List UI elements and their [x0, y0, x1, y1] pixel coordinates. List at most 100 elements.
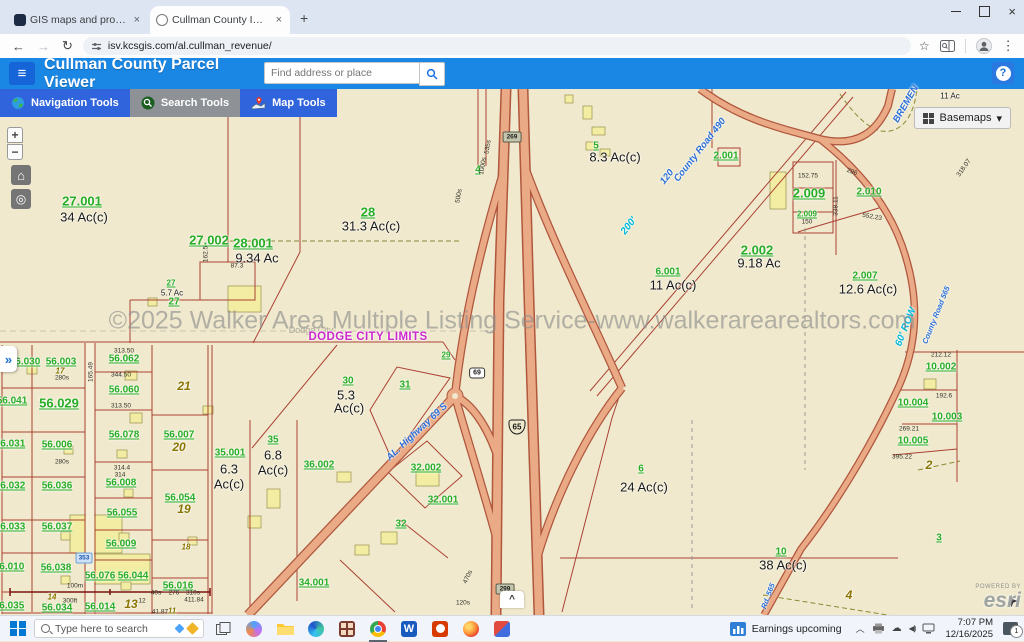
taskbar-search-placeholder: Type here to search: [55, 623, 171, 635]
search-submit-button[interactable]: [419, 62, 445, 86]
find-address-input[interactable]: [264, 62, 419, 84]
attribution-collapse-button[interactable]: ^: [500, 591, 524, 608]
map-pin-icon: [251, 96, 266, 110]
file-explorer-button[interactable]: [273, 618, 297, 640]
misc-app-button[interactable]: [490, 618, 514, 640]
map-canvas[interactable]: [0, 89, 1024, 615]
volume-icon[interactable]: ◀): [909, 624, 916, 633]
notification-center-button[interactable]: 1: [1003, 622, 1018, 635]
page-title: Cullman County Parcel Viewer: [44, 56, 256, 92]
copilot-button[interactable]: [242, 618, 266, 640]
onedrive-icon[interactable]: ☁: [892, 623, 902, 634]
task-view-button[interactable]: [211, 618, 235, 640]
word-icon: W: [401, 621, 417, 637]
start-button[interactable]: [10, 621, 26, 637]
copilot-icon: [246, 621, 262, 637]
browser-tab[interactable]: Cullman County ISV3×: [150, 6, 290, 34]
stock-status-widget[interactable]: Earnings upcoming: [730, 622, 842, 636]
hamburger-menu-button[interactable]: ≡: [9, 62, 35, 85]
home-icon: ⌂: [17, 168, 25, 183]
search-icon: [426, 68, 438, 80]
home-extent-button[interactable]: ⌂: [11, 165, 31, 185]
address-bar[interactable]: isv.kcsgis.com/al.cullman_revenue/: [83, 37, 911, 55]
spark-icon: [186, 622, 199, 635]
question-icon: ?: [996, 66, 1011, 81]
chrome-icon: [370, 621, 386, 637]
toolbar-right: ☆ ⋮: [919, 38, 1015, 54]
printer-icon[interactable]: [872, 623, 885, 634]
chevron-right-icon: »: [5, 352, 12, 367]
firefox-button[interactable]: [459, 618, 483, 640]
tab-favicon: [156, 14, 168, 26]
system-tray: ︿ ☁ ◀): [856, 622, 936, 635]
clock[interactable]: 7:07 PM 12/16/2025: [945, 617, 993, 640]
back-button[interactable]: ←: [12, 39, 25, 54]
address-search: [264, 62, 445, 86]
lot-dashed-lines: [692, 228, 805, 610]
reload-button[interactable]: ↻: [62, 38, 73, 54]
window-controls: ×: [951, 4, 1016, 19]
map-toolbar: Navigation ToolsSearch Tools Map Tools: [0, 89, 337, 117]
parcel-boundaries: [0, 89, 1024, 614]
media-player-icon: [432, 621, 448, 637]
tool-button-search-tools[interactable]: Search Tools: [130, 89, 240, 117]
app-icon: [494, 621, 510, 637]
date-label: 12/16/2025: [945, 629, 993, 640]
my-location-button[interactable]: ◎: [11, 189, 31, 209]
task-view-icon: [216, 622, 231, 635]
browser-toolbar: ← → ↻ isv.kcsgis.com/al.cullman_revenue/…: [0, 34, 1024, 58]
basemaps-button[interactable]: Basemaps ▾: [914, 107, 1011, 129]
edge-icon: [308, 621, 324, 637]
tool-button-label: Map Tools: [272, 97, 326, 109]
zoom-out-button[interactable]: −: [7, 144, 23, 160]
tool-button-navigation-tools[interactable]: Navigation Tools: [0, 89, 130, 117]
taskbar-search[interactable]: Type here to search: [34, 619, 204, 638]
panel-expand-button[interactable]: »: [0, 346, 17, 372]
app-header: ≡ Cullman County Parcel Viewer ?: [0, 58, 1024, 89]
browser-tab[interactable]: GIS maps and property searche ×: [8, 6, 148, 34]
bookmark-star-icon[interactable]: ☆: [919, 39, 930, 53]
tab-close-icon[interactable]: ×: [274, 14, 284, 26]
media-app-button[interactable]: [428, 618, 452, 640]
tool-button-map-tools[interactable]: Map Tools: [240, 89, 337, 117]
minus-icon: −: [11, 145, 18, 159]
local-road: [86, 343, 94, 615]
file-explorer-icon: [277, 622, 294, 636]
browser-menu-icon[interactable]: ⋮: [1002, 38, 1015, 54]
esri-attribution: POWERED BY esri: [975, 584, 1021, 611]
zoom-in-button[interactable]: +: [7, 127, 23, 143]
side-panel-search-icon[interactable]: [940, 40, 955, 52]
tab-favicon: [14, 14, 26, 26]
minimize-button[interactable]: [951, 11, 961, 13]
search-icon: [41, 624, 50, 633]
profile-avatar[interactable]: [976, 38, 992, 54]
time-label: 7:07 PM: [945, 617, 993, 628]
chevron-down-icon: ▾: [996, 112, 1002, 125]
hamburger-icon: ≡: [18, 65, 27, 82]
maximize-button[interactable]: [979, 6, 990, 17]
browser-tab-strip: GIS maps and property searche×Cullman Co…: [0, 0, 1024, 34]
globe-icon: [11, 96, 25, 110]
tab-close-icon[interactable]: ×: [132, 14, 142, 26]
hidden-icons-chevron[interactable]: ︿: [856, 622, 865, 635]
chrome-button[interactable]: [366, 618, 390, 640]
toolbar-divider: [965, 39, 966, 53]
help-button[interactable]: ?: [992, 62, 1014, 84]
tab-title: GIS maps and property searche: [30, 14, 128, 26]
edge-button[interactable]: [304, 618, 328, 640]
chart-icon: [730, 622, 746, 636]
site-settings-icon[interactable]: [91, 41, 102, 52]
esri-logo: esri: [975, 590, 1021, 611]
plus-icon: +: [11, 128, 18, 142]
scale-bar: [10, 588, 210, 596]
status-label: Earnings upcoming: [752, 623, 842, 635]
word-button[interactable]: W: [397, 618, 421, 640]
new-tab-button[interactable]: +: [300, 10, 308, 26]
network-icon[interactable]: [922, 623, 935, 634]
forward-button[interactable]: →: [37, 39, 50, 54]
app-grid-button[interactable]: [335, 618, 359, 640]
copilot-spark-icon: [175, 624, 185, 634]
magnifier-icon: [141, 96, 155, 110]
close-window-button[interactable]: ×: [1008, 4, 1016, 19]
locate-icon: ◎: [16, 192, 26, 206]
